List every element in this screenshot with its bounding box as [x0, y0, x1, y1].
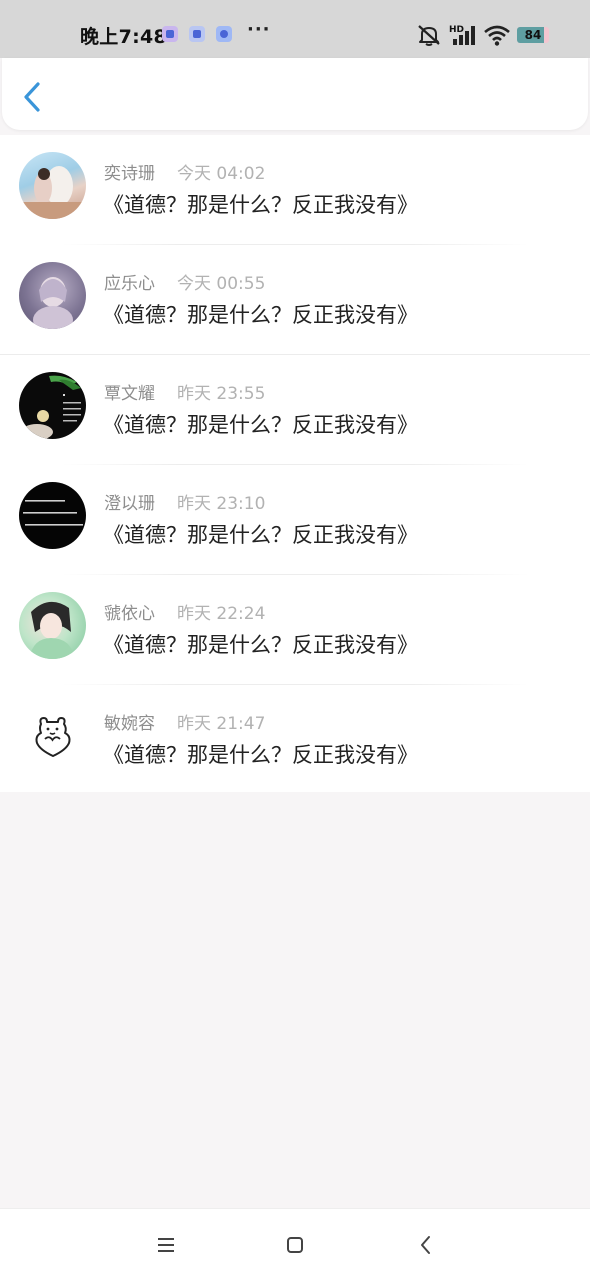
back-icon[interactable]	[414, 1233, 438, 1257]
message-text: 《道德？那是什么？反正我没有》	[103, 743, 418, 767]
sender-name: 应乐心	[104, 274, 155, 294]
menu-icon[interactable]	[154, 1233, 178, 1257]
mute-icon	[418, 25, 440, 46]
sender-name: 虢依心	[104, 604, 155, 624]
sender-name: 澄以珊	[104, 494, 155, 514]
message-text: 《道德？那是什么？反正我没有》	[103, 303, 418, 327]
message-time: 昨天 23:10	[177, 494, 266, 514]
more-notifications-icon: ···	[247, 19, 271, 40]
screen: 晚上7:48 ··· HD 84 奕诗珊 今天 04:02 《道德？那是什么？反…	[0, 0, 590, 1280]
avatar	[19, 372, 86, 439]
message-list: 奕诗珊 今天 04:02 《道德？那是什么？反正我没有》 应乐心 今天 00:5…	[0, 135, 590, 792]
message-time: 今天 00:55	[177, 274, 266, 294]
battery-icon: 84	[517, 27, 549, 43]
list-item[interactable]: 奕诗珊 今天 04:02 《道德？那是什么？反正我没有》	[0, 135, 590, 245]
battery-level: 84	[524, 28, 542, 42]
app-notification-icon	[162, 26, 178, 42]
avatar	[19, 152, 86, 219]
wifi-icon	[484, 25, 510, 46]
message-text: 《道德？那是什么？反正我没有》	[103, 523, 418, 547]
list-item[interactable]: 虢依心 昨天 22:24 《道德？那是什么？反正我没有》	[0, 575, 590, 685]
list-item[interactable]: 应乐心 今天 00:55 《道德？那是什么？反正我没有》	[0, 245, 590, 355]
avatar	[19, 702, 86, 769]
top-bar	[2, 58, 588, 130]
avatar	[19, 262, 86, 329]
sender-name: 覃文耀	[104, 384, 155, 404]
list-item[interactable]: 敏婉容 昨天 21:47 《道德？那是什么？反正我没有》	[0, 685, 590, 795]
home-icon[interactable]	[283, 1233, 307, 1257]
app-notification-icon	[216, 26, 232, 42]
list-item[interactable]: 覃文耀 昨天 23:55 《道德？那是什么？反正我没有》	[0, 355, 590, 465]
message-time: 昨天 23:55	[177, 384, 266, 404]
message-time: 昨天 22:24	[177, 604, 266, 624]
signal-icon	[453, 26, 475, 45]
message-time: 昨天 21:47	[177, 714, 266, 734]
chevron-left-icon[interactable]	[18, 80, 48, 114]
message-time: 今天 04:02	[177, 164, 266, 184]
bear-heart-icon	[35, 717, 71, 757]
status-bar: 晚上7:48 ··· HD 84	[0, 0, 590, 58]
message-text: 《道德？那是什么？反正我没有》	[103, 633, 418, 657]
status-time: 晚上7:48	[80, 26, 168, 48]
message-text: 《道德？那是什么？反正我没有》	[103, 413, 418, 437]
system-nav-bar	[0, 1208, 590, 1280]
message-text: 《道德？那是什么？反正我没有》	[103, 193, 418, 217]
sender-name: 敏婉容	[104, 714, 155, 734]
avatar	[19, 592, 86, 659]
avatar	[19, 482, 86, 549]
list-item[interactable]: 澄以珊 昨天 23:10 《道德？那是什么？反正我没有》	[0, 465, 590, 575]
sender-name: 奕诗珊	[104, 164, 155, 184]
app-notification-icon	[189, 26, 205, 42]
